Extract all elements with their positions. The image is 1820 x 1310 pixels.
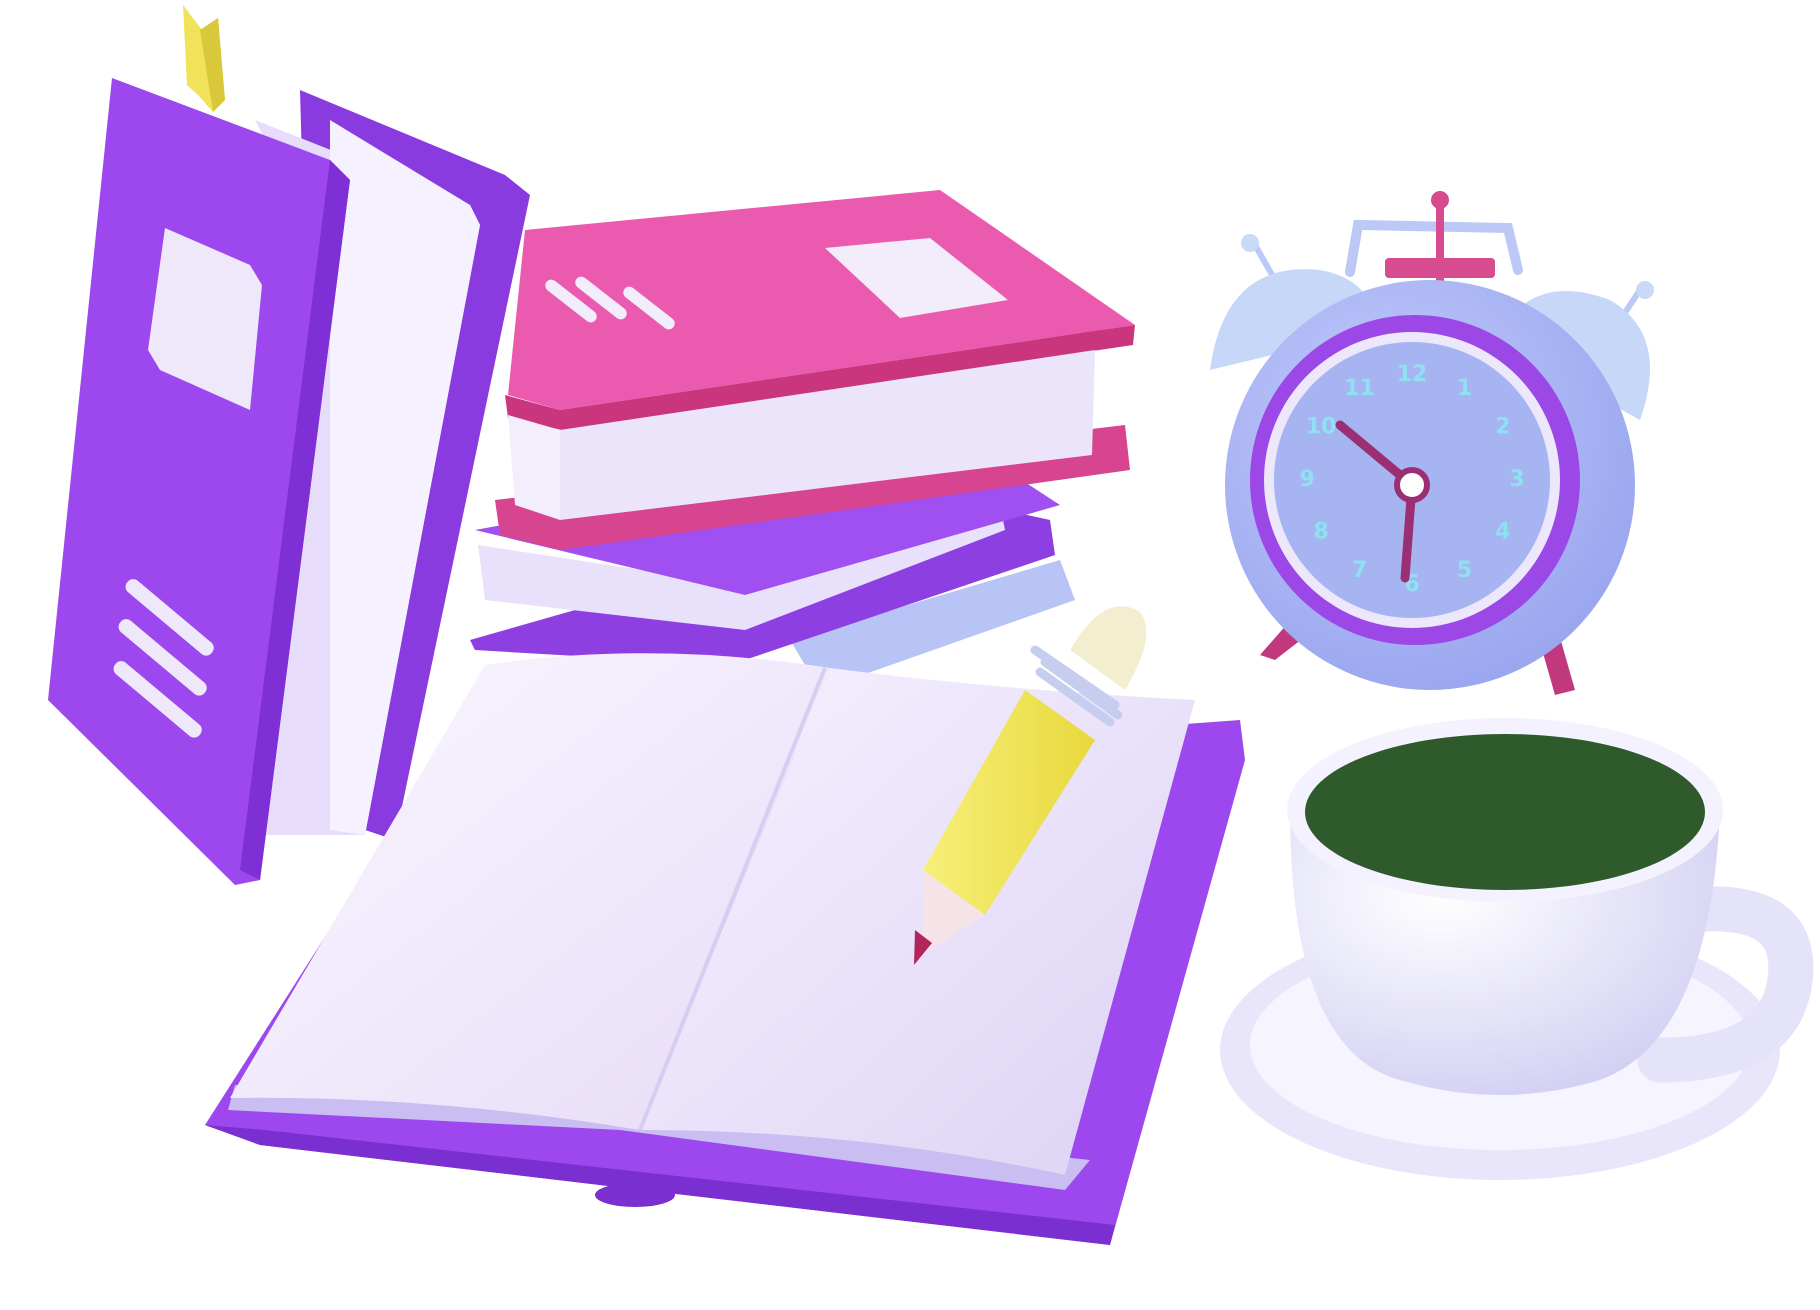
clock-numeral: 4: [1495, 520, 1510, 545]
stacked-books-icon: [470, 190, 1135, 690]
clock-numeral: 3: [1509, 467, 1524, 492]
alarm-clock-icon: 121234567891011: [1210, 191, 1654, 695]
coffee-cup-icon: [1220, 718, 1814, 1180]
clock-numeral: 12: [1397, 362, 1428, 387]
clock-numeral: 7: [1352, 558, 1367, 583]
clock-numeral: 11: [1344, 376, 1375, 401]
clock-numeral: 9: [1299, 467, 1314, 492]
clock-numeral: 10: [1306, 415, 1337, 440]
clock-numeral: 8: [1313, 520, 1328, 545]
clock-numeral: 5: [1457, 558, 1472, 583]
clock-numeral: 1: [1457, 376, 1472, 401]
study-illustration: 121234567891011: [48, 5, 1814, 1245]
clock-numeral: 2: [1495, 415, 1510, 440]
